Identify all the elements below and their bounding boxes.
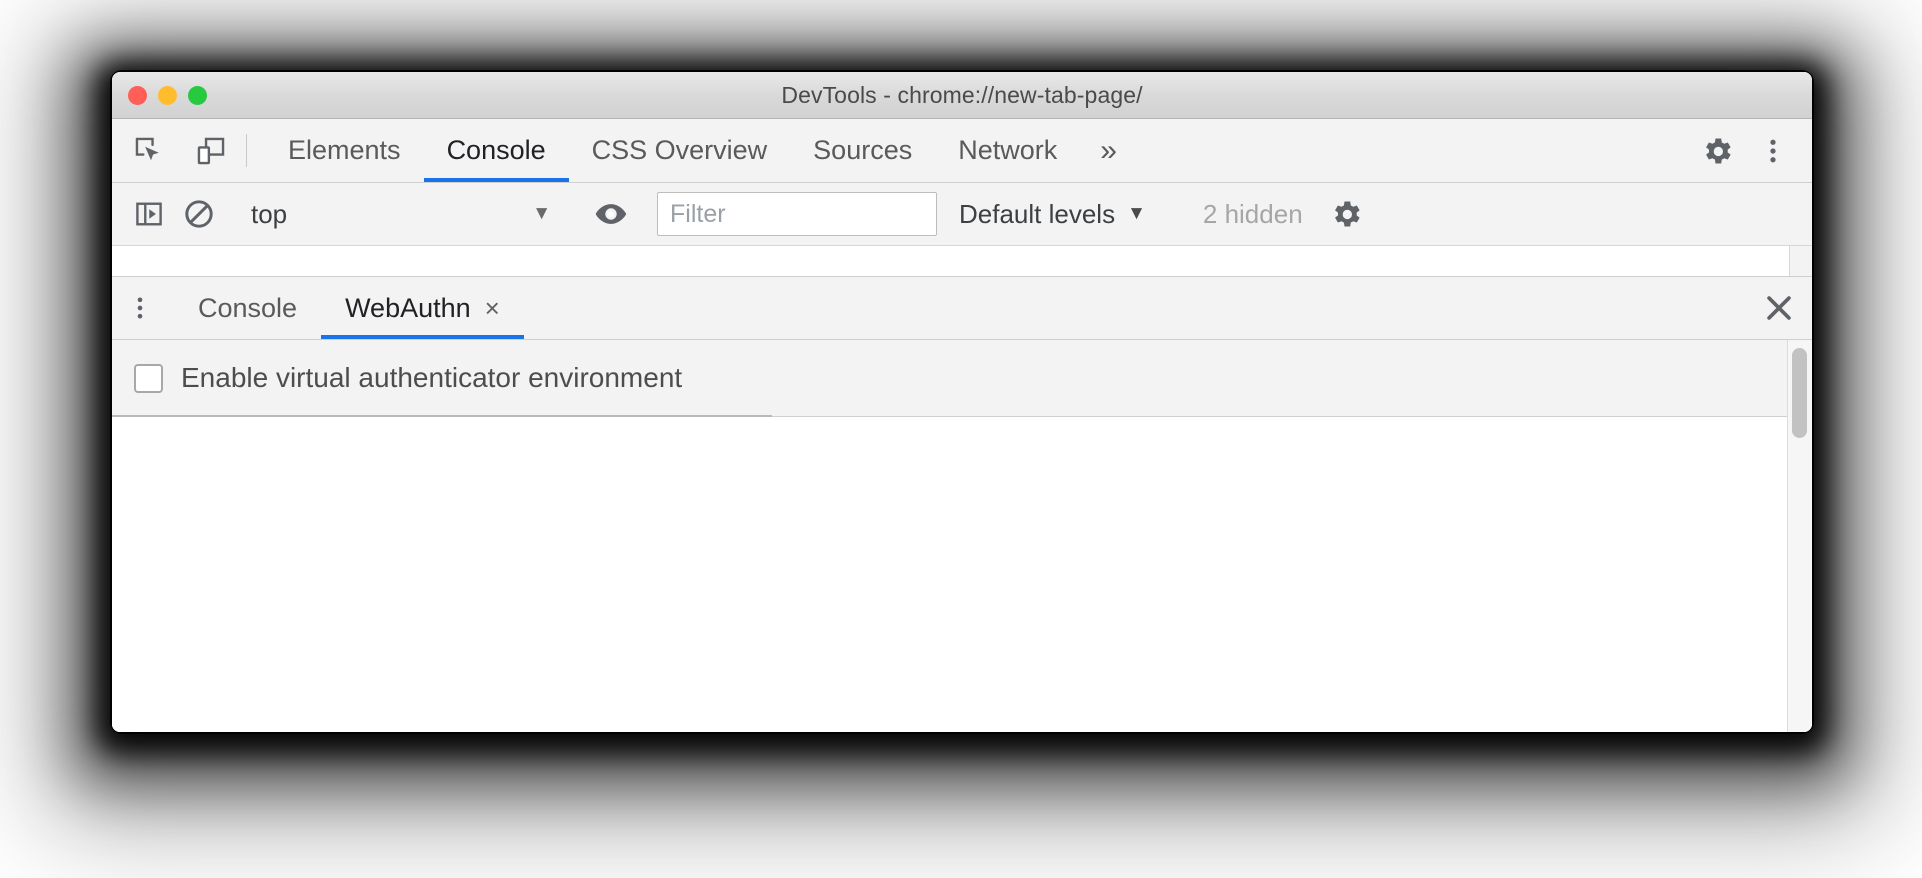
webauthn-scrollbar-thumb[interactable] bbox=[1792, 348, 1807, 438]
screenshot-root: DevTools - chrome://new-tab-page/ Elemen… bbox=[0, 0, 1922, 878]
toolbar-divider bbox=[246, 134, 247, 167]
close-icon bbox=[1762, 291, 1796, 325]
drawer-more-tools-button[interactable] bbox=[112, 277, 168, 339]
enable-virtual-authenticator-label: Enable virtual authenticator environment bbox=[181, 362, 683, 393]
tab-elements-label: Elements bbox=[288, 135, 401, 165]
close-window-button[interactable] bbox=[128, 85, 147, 105]
console-messages-area bbox=[112, 246, 1812, 277]
kebab-menu-icon bbox=[1758, 134, 1788, 168]
gear-icon bbox=[1699, 133, 1735, 169]
clear-console-icon bbox=[182, 197, 216, 231]
webauthn-empty-body bbox=[112, 417, 1787, 732]
execution-context-value: top bbox=[251, 198, 288, 229]
drawer-close-button[interactable] bbox=[1746, 277, 1812, 339]
log-level-label: Default levels bbox=[959, 198, 1116, 229]
log-level-selector[interactable]: Default levels ▼ bbox=[937, 199, 1164, 230]
webauthn-toolbar: Enable virtual authenticator environment bbox=[112, 340, 1787, 417]
gear-icon bbox=[1328, 196, 1364, 232]
drawer: Console WebAuthn × Enable virtual authen… bbox=[112, 277, 1812, 732]
device-toolbar-icon bbox=[194, 134, 228, 168]
minimize-window-button[interactable] bbox=[158, 85, 177, 105]
title-bar: DevTools - chrome://new-tab-page/ bbox=[112, 72, 1812, 119]
webauthn-pane: Enable virtual authenticator environment bbox=[112, 340, 1812, 732]
enable-virtual-authenticator-checkbox[interactable] bbox=[134, 363, 163, 393]
tab-elements[interactable]: Elements bbox=[265, 119, 424, 182]
tab-css-overview[interactable]: CSS Overview bbox=[569, 119, 791, 182]
execution-context-selector[interactable]: top ▼ bbox=[245, 194, 565, 234]
hidden-messages-count: 2 hidden bbox=[1202, 198, 1303, 229]
tab-console[interactable]: Console bbox=[423, 119, 569, 182]
traffic-light-group bbox=[112, 85, 207, 105]
window-title: DevTools - chrome://new-tab-page/ bbox=[781, 81, 1143, 108]
maximize-window-button[interactable] bbox=[188, 85, 207, 105]
eye-icon bbox=[593, 196, 629, 232]
drawer-tab-webauthn-close-icon[interactable]: × bbox=[485, 295, 500, 321]
device-toolbar-button[interactable] bbox=[186, 126, 236, 176]
console-sidebar-icon bbox=[133, 198, 165, 230]
console-filter-toolbar: top ▼ Default levels ▼ 2 hidden bbox=[112, 183, 1812, 246]
main-toolbar-actions bbox=[1661, 119, 1812, 182]
enable-virtual-authenticator-row[interactable]: Enable virtual authenticator environment bbox=[134, 362, 682, 394]
tab-network-label: Network bbox=[958, 135, 1058, 165]
console-sidebar-toggle-button[interactable] bbox=[124, 189, 174, 239]
console-filter-input[interactable] bbox=[657, 192, 937, 236]
drawer-tab-console[interactable]: Console bbox=[174, 277, 321, 339]
drawer-tab-webauthn-label: WebAuthn bbox=[345, 292, 471, 323]
chevron-down-icon: ▼ bbox=[532, 203, 551, 224]
live-expression-button[interactable] bbox=[586, 189, 636, 239]
tab-sources-label: Sources bbox=[813, 135, 913, 165]
chevron-down-icon: ▼ bbox=[1127, 203, 1146, 224]
console-settings-button[interactable] bbox=[1321, 189, 1371, 239]
drawer-tab-bar: Console WebAuthn × bbox=[112, 277, 1812, 340]
devtools-window: DevTools - chrome://new-tab-page/ Elemen… bbox=[112, 72, 1812, 732]
clear-console-button[interactable] bbox=[174, 189, 224, 239]
tab-network[interactable]: Network bbox=[935, 119, 1080, 182]
inspect-element-button[interactable] bbox=[124, 126, 174, 176]
inspect-tools-group bbox=[112, 119, 236, 182]
webauthn-content: Enable virtual authenticator environment bbox=[112, 340, 1787, 732]
drawer-tab-console-label: Console bbox=[198, 292, 298, 323]
console-scrollbar[interactable] bbox=[1789, 246, 1812, 276]
main-menu-button[interactable] bbox=[1748, 126, 1798, 176]
webauthn-scrollbar[interactable] bbox=[1787, 340, 1812, 732]
drawer-tab-webauthn[interactable]: WebAuthn × bbox=[321, 277, 524, 339]
tab-console-label: Console bbox=[446, 135, 546, 165]
inspect-element-icon bbox=[132, 134, 166, 168]
tab-css-overview-label: CSS Overview bbox=[591, 135, 768, 165]
devtools-settings-button[interactable] bbox=[1692, 126, 1742, 176]
more-panels-button[interactable]: » bbox=[1080, 119, 1137, 182]
kebab-menu-icon bbox=[126, 292, 154, 324]
tab-sources[interactable]: Sources bbox=[790, 119, 935, 182]
drawer-tab-list: Console WebAuthn × bbox=[174, 277, 524, 339]
chevron-double-right-icon: » bbox=[1100, 133, 1117, 167]
main-tab-bar: Elements Console CSS Overview Sources Ne… bbox=[112, 119, 1812, 183]
panel-tab-list: Elements Console CSS Overview Sources Ne… bbox=[265, 119, 1137, 182]
